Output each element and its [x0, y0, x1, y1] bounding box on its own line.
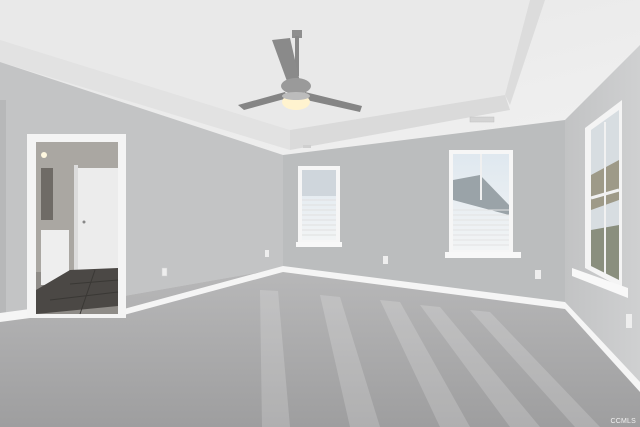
wall-outlet [265, 250, 269, 257]
window-back-left [296, 166, 342, 247]
empty-bedroom-photo: CCMLS [0, 0, 640, 427]
wall-outlet [383, 256, 388, 264]
room-scene [0, 0, 640, 427]
watermark: CCMLS [610, 418, 636, 425]
bathroom-mirror [41, 168, 53, 220]
wall-outlet [161, 267, 168, 277]
wall-outlet [535, 270, 541, 279]
doorway [27, 134, 126, 318]
hvac-vent [469, 116, 495, 123]
wall-outlet [626, 314, 632, 328]
interior-door [78, 168, 118, 270]
window-back-right [445, 150, 521, 258]
